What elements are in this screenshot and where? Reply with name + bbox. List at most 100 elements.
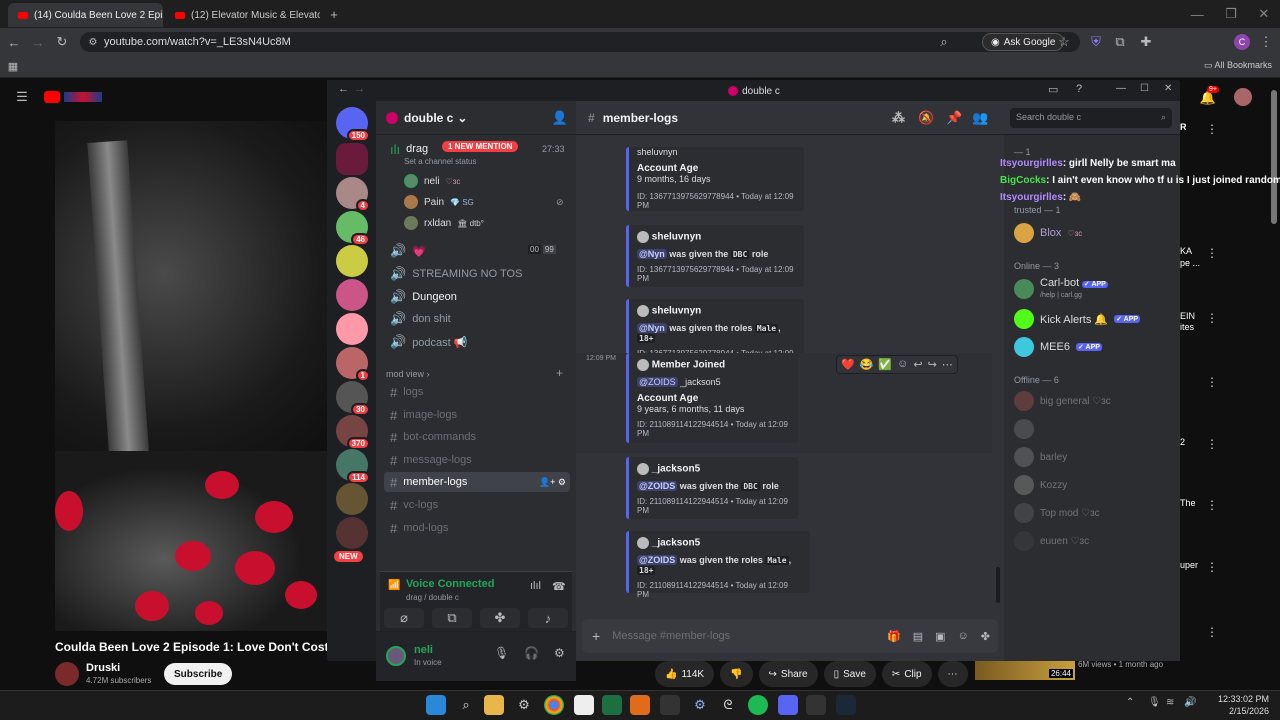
more-actions-button[interactable]: ⋯ (937, 661, 968, 687)
message-composer[interactable]: + Message #member-logs 🎁 ▤ ▣ ☺ ✤ (582, 619, 998, 653)
start-icon[interactable] (426, 695, 446, 715)
share-screen-button[interactable]: ⧉ (432, 608, 472, 628)
notepad-icon[interactable] (574, 695, 594, 715)
close-window-icon[interactable]: ✕ (1258, 6, 1269, 22)
pin-icon[interactable]: 📌 (946, 110, 962, 126)
member-item[interactable]: barley (1014, 447, 1067, 467)
clip-button[interactable]: ✂ Clip (881, 661, 932, 687)
channel-settings-icon[interactable]: 👤+ ⚙ (539, 477, 566, 488)
yt-avatar[interactable] (1234, 88, 1252, 106)
server-icon[interactable]: 1 (336, 347, 370, 382)
channel-don-shit[interactable]: 🔊 don shit (384, 309, 570, 329)
tray-chevron-icon[interactable]: ⌃ (1126, 697, 1134, 708)
capcut-icon[interactable] (806, 695, 826, 715)
member-item[interactable]: Carl-bot ✓ APP/help | carl.gg (1014, 277, 1108, 300)
add-attachment-icon[interactable]: + (592, 628, 600, 644)
save-button[interactable]: ▯ Save (823, 661, 876, 687)
steam-icon[interactable] (836, 695, 856, 715)
like-button[interactable]: 👍 114K (655, 661, 715, 687)
notification-settings-icon[interactable]: 🔕 (918, 110, 934, 126)
tab-youtube-active[interactable]: (14) Coulda Been Love 2 Episod✕ (8, 3, 163, 27)
app-icon[interactable]: ⚙ (514, 695, 534, 715)
site-info-icon[interactable]: ⚙ (86, 34, 100, 50)
wifi-icon[interactable]: ≋ (1166, 697, 1174, 708)
log-message[interactable]: sheluvnyn @Nyn was given the DBC role ID… (626, 225, 804, 287)
server-folder[interactable]: 30 (336, 381, 370, 416)
search-input[interactable]: Search double c ⌕ (1010, 108, 1172, 128)
channel-logs[interactable]: # logs (384, 382, 570, 402)
menu-dots-icon[interactable]: ⋮ (1258, 34, 1274, 50)
close-icon[interactable]: ✕ (1164, 83, 1172, 94)
server-icon[interactable] (336, 313, 368, 345)
username[interactable]: neli (414, 644, 433, 656)
share-button[interactable]: ↪ Share (758, 661, 818, 687)
log-message[interactable]: sheluvnyn Account Age 9 months, 16 days … (626, 147, 804, 211)
forward-arrow-icon[interactable]: → (354, 83, 365, 95)
more-icon[interactable]: ⋮ (1206, 498, 1218, 512)
dislike-button[interactable]: 👎 (720, 661, 753, 687)
log-message[interactable]: _jackson5 @ZOIDS was given the roles Mal… (626, 531, 810, 599)
video-player[interactable] (55, 121, 327, 631)
member-item[interactable]: big general ♡ɜc (1014, 391, 1111, 411)
log-message[interactable]: sheluvnyn @Nyn was given the roles Male,… (626, 299, 804, 367)
headphones-icon[interactable]: 🎧 (524, 646, 539, 660)
gif-icon[interactable]: ▤ (913, 630, 923, 643)
laugh-reaction-icon[interactable]: 😂 (860, 358, 874, 371)
file-explorer-icon[interactable] (484, 695, 504, 715)
side-video-thumbnail[interactable]: 26:44 (975, 658, 1075, 680)
discord-home-icon[interactable]: 150 (336, 107, 370, 142)
bookmark-star-icon[interactable]: ☆ (1056, 34, 1072, 50)
member-item[interactable]: Blox ♡ɜc (1014, 223, 1082, 243)
app-icon[interactable]: ᘓ (718, 695, 738, 715)
chrome-icon[interactable] (544, 695, 564, 715)
signal-icon[interactable]: 📶 (388, 580, 400, 591)
epic-games-icon[interactable] (660, 695, 680, 715)
channel-message-logs[interactable]: # message-logs (384, 450, 570, 470)
soundboard-button[interactable]: ♪ (528, 608, 568, 628)
reload-icon[interactable]: ↻ (54, 34, 70, 50)
settings-gear-icon[interactable]: ⚙ (554, 646, 565, 660)
puzzle-icon[interactable]: ✚ (1138, 34, 1154, 50)
all-bookmarks[interactable]: ▭ All Bookmarks (1204, 60, 1272, 71)
maximize-icon[interactable]: ☐ (1140, 83, 1149, 94)
server-icon[interactable]: 46 (336, 211, 370, 246)
member-item[interactable]: Kick Alerts 🔔 ✓ APP (1014, 309, 1141, 329)
help-icon[interactable]: ? (1076, 83, 1082, 95)
more-icon[interactable]: ⋮ (1206, 560, 1218, 574)
apps-grid-icon[interactable]: ▦ (6, 59, 20, 73)
channel-podcast[interactable]: 🔊 podcast 📢 (384, 332, 570, 352)
zoom-icon[interactable]: ⌕ (936, 34, 952, 50)
emoji-icon[interactable]: ☺ (958, 630, 969, 643)
new-mention-badge[interactable]: 1 NEW MENTION (442, 141, 519, 152)
channel-image-logs[interactable]: # image-logs (384, 405, 570, 425)
server-icon[interactable] (336, 245, 368, 277)
server-header[interactable]: double c ⌄ 👤 (376, 101, 576, 135)
back-arrow-icon[interactable]: ← (338, 83, 349, 95)
clock[interactable]: 12:33:02 PM 2/15/2026 (1218, 693, 1269, 717)
member-item[interactable] (1014, 419, 1040, 439)
camera-off-button[interactable]: ⌀ (384, 608, 424, 628)
forward-icon[interactable]: → (30, 34, 46, 50)
more-icon[interactable]: ⋮ (1206, 311, 1218, 325)
channel-name[interactable]: Druski (86, 662, 120, 674)
restore-icon[interactable]: ❐ (1225, 6, 1237, 22)
minimize-icon[interactable]: — (1116, 83, 1126, 94)
discord-taskbar-icon[interactable] (778, 695, 798, 715)
voice-location[interactable]: drag / double c (406, 593, 459, 602)
hamburger-menu-icon[interactable]: ☰ (14, 89, 30, 104)
reply-icon[interactable]: ↩ (913, 358, 922, 371)
youtube-logo-icon[interactable] (44, 91, 60, 103)
server-folder[interactable]: 370 (336, 415, 370, 450)
window-controls[interactable]: — ❐ ✕ (1180, 6, 1280, 22)
log-message-member-joined[interactable]: Member Joined @ZOIDS _jackson5 Account A… (626, 353, 798, 443)
channel-status-hint[interactable]: Set a channel status (404, 157, 477, 166)
channel-vc-logs[interactable]: # vc-logs (384, 495, 570, 515)
add-reaction-icon[interactable]: ☺ (897, 358, 908, 371)
minimize-icon[interactable]: — (1191, 7, 1204, 22)
channel-mod-logs[interactable]: # mod-logs (384, 518, 570, 538)
server-folder[interactable]: 114 (336, 449, 370, 484)
gift-icon[interactable]: 🎁 (887, 630, 901, 643)
more-icon[interactable]: ⋮ (1206, 437, 1218, 451)
category-mod-view[interactable]: mod view › (386, 369, 430, 379)
volume-icon[interactable]: 🔊 (1184, 697, 1196, 708)
